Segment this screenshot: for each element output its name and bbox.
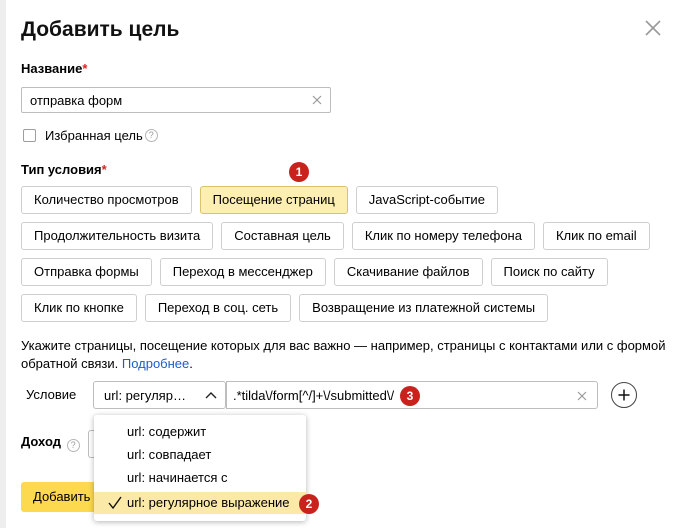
chip-file-download[interactable]: Скачивание файлов [333,258,483,286]
chip-row: Отправка формы Переход в мессенджер Скач… [21,258,671,286]
chip-js-event[interactable]: JavaScript-событие [355,186,498,214]
step-badge-3: 3 [400,386,420,406]
checkmark-icon [108,496,122,510]
goal-name-value: отправка форм [30,93,123,108]
chip-payment-return[interactable]: Возвращение из платежной системы [299,294,549,322]
chip-button-click[interactable]: Клик по кнопке [21,294,137,322]
step-badge-2: 2 [299,494,319,514]
operator-dropdown: url: содержит url: совпадает url: начина… [94,415,306,521]
help-icon[interactable]: ? [144,129,158,142]
favorite-goal-row: Избранная цель ? [23,128,158,143]
income-label: Доход ? [21,434,80,452]
clear-icon[interactable] [575,389,589,403]
chip-phone-click[interactable]: Клик по номеру телефона [351,222,535,250]
more-link[interactable]: Подробнее [122,356,189,371]
chip-messenger[interactable]: Переход в мессенджер [159,258,326,286]
name-label: Название* [21,61,88,76]
description-text: Укажите страницы, посещение которых для … [21,338,666,371]
chip-row: Продолжительность визита Составная цель … [21,222,671,250]
clear-icon[interactable] [310,93,324,107]
condition-label: Условие [26,387,77,402]
add-goal-dialog: Добавить цель Название* отправка форм Из… [6,0,682,528]
favorite-checkbox[interactable] [23,129,36,142]
selected-operator: url: регуляр… [104,388,186,403]
close-icon[interactable] [643,18,663,38]
chip-email-click[interactable]: Клик по email [542,222,650,250]
dropdown-option-equals[interactable]: url: совпадает [94,444,306,466]
chip-social-network[interactable]: Переход в соц. сеть [144,294,292,322]
chip-form-submit[interactable]: Отправка формы [21,258,152,286]
dropdown-option-starts-with[interactable]: url: начинается с [94,467,306,489]
chip-site-search[interactable]: Поиск по сайту [490,258,608,286]
dialog-title: Добавить цель [21,18,180,41]
dropdown-option-regex[interactable]: url: регулярное выражение [94,492,306,514]
step-badge-1: 1 [289,162,309,182]
add-condition-button[interactable] [611,382,637,408]
chip-page-views[interactable]: Количество просмотров [21,186,192,214]
chip-row: Клик по кнопке Переход в соц. сеть Возвр… [21,294,671,322]
chip-row: Количество просмотров Посещение страниц … [21,186,671,214]
goal-name-input[interactable]: отправка форм [21,87,331,113]
help-icon[interactable]: ? [66,439,80,452]
chevron-up-icon [205,392,217,399]
condition-type-label: Тип условия* [21,162,107,177]
dropdown-option-label: url: регулярное выражение [127,495,290,510]
favorite-label: Избранная цель [45,128,143,143]
url-pattern-value: .*tilda\/form[^/]+\/submitted\/ [233,388,395,403]
chip-composite-goal[interactable]: Составная цель [221,222,344,250]
chip-visit-duration[interactable]: Продолжительность визита [21,222,214,250]
condition-operator-select[interactable]: url: регуляр… [93,381,226,409]
condition-type-chips: Количество просмотров Посещение страниц … [21,186,671,330]
dropdown-option-contains[interactable]: url: содержит [94,421,306,443]
chip-page-visit[interactable]: Посещение страниц [199,186,348,214]
